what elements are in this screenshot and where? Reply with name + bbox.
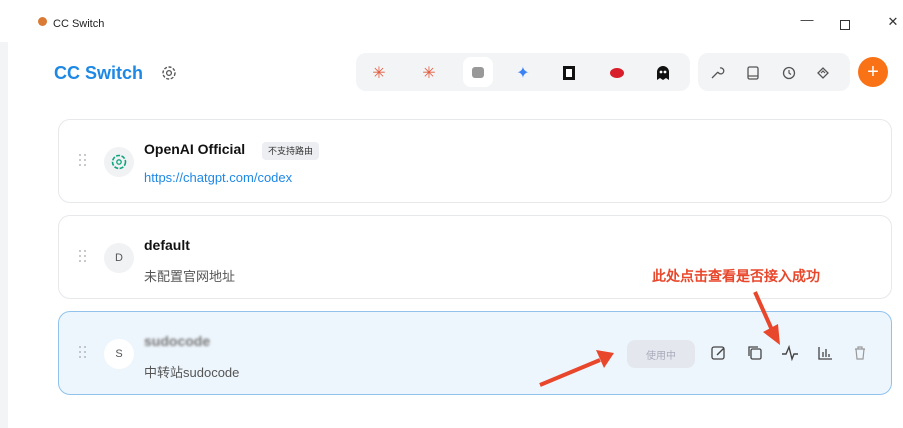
app-switcher-group: ✳ ✳ ✦ [356, 53, 690, 91]
health-check-icon[interactable] [781, 344, 799, 362]
tools-group [698, 53, 850, 91]
ghost-app-icon[interactable] [654, 64, 672, 82]
add-provider-button[interactable]: + [858, 57, 888, 87]
delete-icon[interactable] [851, 344, 869, 362]
provider-subtitle: 中转站sudocode [144, 365, 240, 380]
provider-subtitle: 未配置官网地址 [144, 269, 236, 284]
app-icon [38, 17, 47, 26]
opencode-app-icon[interactable] [560, 64, 578, 82]
provider-name: default [144, 237, 190, 253]
openai-logo-icon [104, 147, 134, 177]
duplicate-icon[interactable] [746, 344, 764, 362]
annotation-note: 此处点击查看是否接入成功 [652, 268, 820, 284]
ghost-icon [657, 66, 669, 80]
provider-card-openai[interactable]: OpenAI Official 不支持路由 https://chatgpt.co… [58, 119, 892, 203]
provider-name: OpenAI Official [144, 141, 246, 157]
routing-badge: 不支持路由 [262, 142, 320, 160]
book-icon[interactable] [744, 64, 762, 82]
lobster-icon [610, 68, 624, 78]
app-title: CC Switch [54, 63, 144, 83]
claude-desktop-app-icon[interactable]: ✳ [420, 64, 438, 82]
gemini-app-icon[interactable]: ✦ [514, 64, 532, 82]
in-use-button[interactable]: 使用中 [627, 340, 695, 368]
wrench-icon[interactable] [708, 64, 726, 82]
usage-chart-icon[interactable] [816, 344, 834, 362]
claude-app-icon[interactable]: ✳ [370, 64, 388, 82]
opencode-icon [563, 66, 575, 80]
drag-handle-icon[interactable] [79, 346, 89, 360]
title-bar: CC Switch — ✕ [0, 0, 903, 42]
mcp-icon[interactable] [814, 64, 832, 82]
openclaw-app-icon[interactable] [608, 64, 626, 82]
provider-avatar: D [104, 243, 134, 273]
maximize-button[interactable] [840, 20, 850, 30]
provider-card-default[interactable]: D default 未配置官网地址 [58, 215, 892, 299]
drag-handle-icon[interactable] [79, 250, 89, 264]
close-button[interactable]: ✕ [883, 14, 903, 30]
codex-icon [472, 67, 484, 78]
edit-icon[interactable] [710, 344, 728, 362]
drag-handle-icon[interactable] [79, 154, 89, 168]
settings-gear-icon[interactable] [160, 64, 178, 82]
provider-name: sudocode [144, 333, 211, 349]
history-icon[interactable] [780, 64, 798, 82]
window-title: CC Switch [53, 18, 105, 30]
codex-app-icon[interactable] [463, 57, 493, 87]
provider-card-sudocode[interactable]: S sudocode 中转站sudocode 使用中 [58, 311, 892, 395]
provider-avatar: S [104, 339, 134, 369]
left-edge [0, 42, 8, 428]
minimize-button[interactable]: — [797, 12, 817, 27]
provider-url-link[interactable]: https://chatgpt.com/codex [144, 170, 292, 185]
